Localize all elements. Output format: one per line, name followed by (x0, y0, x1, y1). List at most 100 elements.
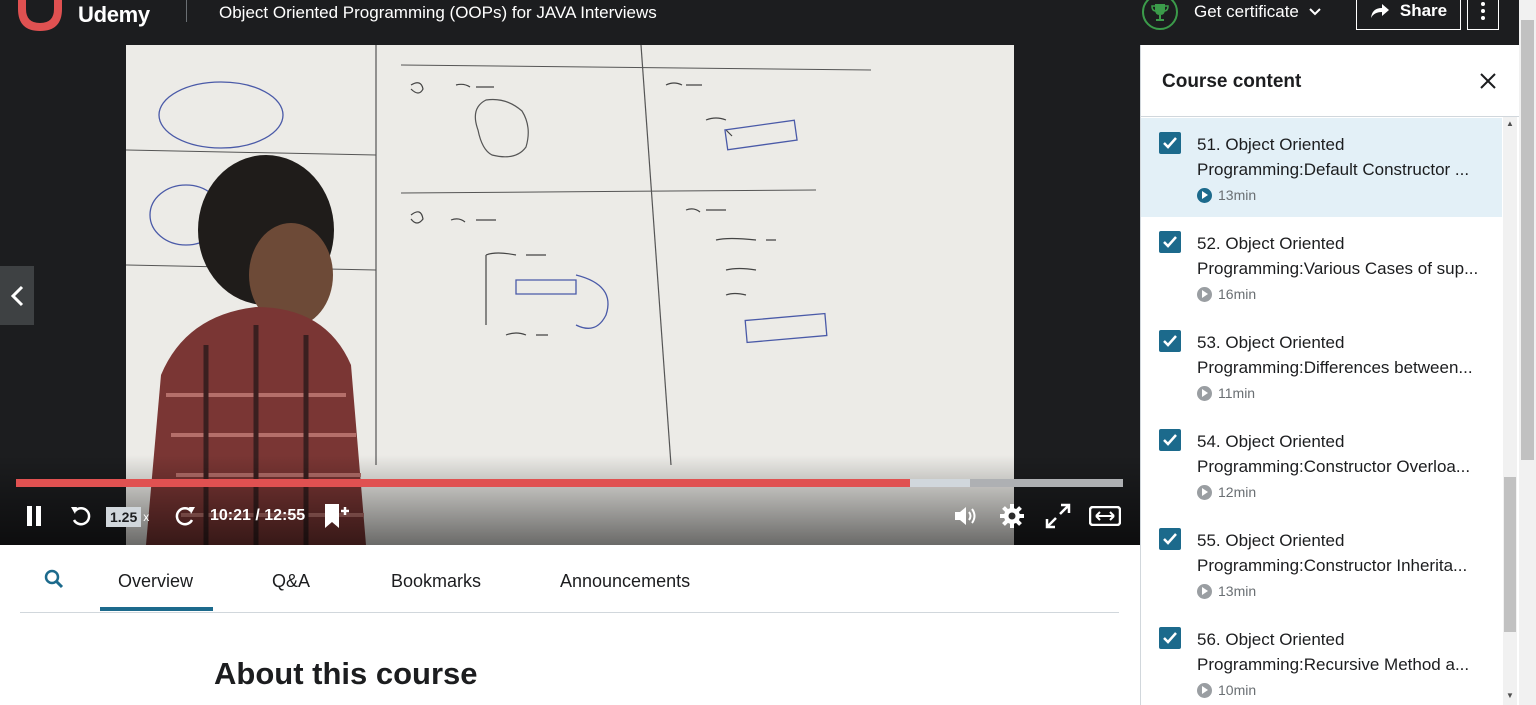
lesson-title-line: Programming:Constructor Inherita... (1197, 556, 1468, 575)
list-item[interactable]: 52. Object Oriented Programming:Various … (1141, 217, 1502, 316)
lesson-title-line: 53. Object Oriented (1197, 333, 1345, 352)
close-sidebar-button[interactable] (1479, 72, 1497, 95)
play-circle-icon (1197, 484, 1212, 500)
page-scroll-thumb[interactable] (1521, 20, 1534, 460)
kebab-menu-icon (1481, 2, 1485, 20)
checkbox-checked-icon (1163, 137, 1177, 149)
checkbox-checked-icon (1163, 434, 1177, 446)
share-button[interactable]: Share (1356, 0, 1461, 30)
get-certificate-button[interactable]: Get certificate (1142, 0, 1321, 34)
list-item[interactable]: 53. Object Oriented Programming:Differen… (1141, 316, 1502, 415)
fullscreen-button[interactable] (1045, 503, 1071, 529)
lesson-duration: 12min (1218, 484, 1257, 500)
sidebar-header: Course content (1141, 45, 1521, 117)
lesson-duration: 13min (1218, 583, 1257, 599)
list-item[interactable]: 55. Object Oriented Programming:Construc… (1141, 514, 1502, 613)
lesson-checkbox[interactable] (1159, 528, 1181, 550)
pause-icon (27, 506, 41, 526)
tab-announcements[interactable]: Announcements (560, 571, 690, 592)
lesson-checkbox[interactable] (1159, 231, 1181, 253)
list-item[interactable]: 54. Object Oriented Programming:Construc… (1141, 415, 1502, 514)
speed-value: 1.25 (106, 507, 142, 527)
close-icon (1480, 73, 1496, 89)
lesson-title-line: Programming:Recursive Method a... (1197, 655, 1470, 674)
tab-overview[interactable]: Overview (118, 571, 193, 592)
progress-played (16, 479, 911, 487)
tab-bookmarks[interactable]: Bookmarks (391, 571, 481, 592)
play-circle-icon (1197, 385, 1212, 401)
share-arrow-icon (1370, 4, 1389, 18)
lesson-title-line: Programming:Default Constructor ... (1197, 160, 1470, 179)
list-item[interactable]: 51. Object Oriented Programming:Default … (1141, 118, 1502, 217)
lesson-list: 51. Object Oriented Programming:Default … (1141, 118, 1502, 705)
more-options-button[interactable] (1467, 0, 1499, 30)
lesson-duration: 11min (1218, 385, 1256, 401)
pause-button[interactable] (24, 503, 44, 529)
sidebar-scroll-thumb[interactable] (1504, 477, 1516, 632)
udemy-logo[interactable]: Udemy (14, 0, 150, 37)
checkbox-checked-icon (1163, 632, 1177, 644)
checkbox-checked-icon (1163, 533, 1177, 545)
lesson-title-line: Programming:Differences between... (1197, 358, 1473, 377)
settings-button[interactable] (999, 503, 1025, 529)
progress-bar[interactable] (16, 479, 1123, 487)
lesson-title-line: 56. Object Oriented (1197, 630, 1345, 649)
play-circle-icon (1197, 583, 1212, 599)
forward-button[interactable] (172, 503, 198, 529)
lesson-duration: 10min (1218, 682, 1257, 698)
speed-suffix: x (143, 510, 150, 524)
lesson-checkbox[interactable] (1159, 330, 1181, 352)
tab-qa[interactable]: Q&A (272, 571, 310, 592)
timecode: 10:21 / 12:55 (210, 507, 306, 524)
lesson-duration: 13min (1218, 187, 1257, 203)
volume-icon (955, 507, 976, 525)
gear-icon (1000, 504, 1024, 528)
lesson-title: 52. Object Oriented Programming:Various … (1197, 231, 1493, 281)
lesson-checkbox[interactable] (1159, 429, 1181, 451)
lesson-title-line: 54. Object Oriented (1197, 432, 1345, 451)
rewind-button[interactable] (68, 503, 94, 529)
add-bookmark-button[interactable] (322, 503, 350, 529)
scroll-up-icon[interactable]: ▲ (1503, 119, 1517, 131)
search-tab[interactable] (44, 569, 64, 594)
lesson-checkbox[interactable] (1159, 627, 1181, 649)
volume-button[interactable] (953, 503, 979, 529)
rewind-5-icon (71, 506, 91, 526)
previous-lecture-button[interactable] (0, 266, 34, 325)
top-bar: Udemy Object Oriented Programming (OOPs)… (0, 0, 1536, 45)
checkbox-checked-icon (1163, 335, 1177, 347)
lesson-title: 54. Object Oriented Programming:Construc… (1197, 429, 1493, 479)
lesson-title: 53. Object Oriented Programming:Differen… (1197, 330, 1493, 380)
play-circle-icon (1197, 187, 1212, 203)
lesson-title-line: 55. Object Oriented (1197, 531, 1345, 550)
sidebar-scrollbar[interactable]: ▲ ▼ (1503, 117, 1517, 705)
sidebar-title: Course content (1162, 71, 1302, 92)
video-player[interactable]: 1.25 x 10:21 / 12:55 (0, 45, 1140, 545)
checkbox-checked-icon (1163, 236, 1177, 248)
theater-mode-button[interactable] (1088, 503, 1122, 529)
share-label: Share (1399, 1, 1448, 20)
lesson-checkbox[interactable] (1159, 132, 1181, 154)
course-title[interactable]: Object Oriented Programming (OOPs) for J… (219, 3, 657, 23)
logo-text: Udemy (78, 1, 150, 27)
scroll-down-icon[interactable]: ▼ (1503, 691, 1517, 703)
lesson-duration: 16min (1218, 286, 1257, 302)
udemy-logo-icon (18, 0, 62, 31)
controls-overlay (0, 455, 1140, 545)
course-content-sidebar: Course content 51. Object Oriented Progr… (1140, 45, 1536, 705)
lesson-meta: 13min (1197, 187, 1256, 203)
forward-5-icon (175, 506, 195, 526)
expand-icon (1045, 503, 1071, 529)
lesson-meta: 16min (1197, 286, 1256, 302)
list-item[interactable]: 56. Object Oriented Programming:Recursiv… (1141, 613, 1502, 705)
lesson-title-line: 51. Object Oriented (1197, 135, 1345, 154)
playback-speed-button[interactable]: 1.25 x (106, 506, 158, 528)
lesson-meta: 10min (1197, 682, 1256, 698)
section-heading: About this course (214, 656, 478, 691)
chevron-left-icon (10, 285, 24, 306)
page-scrollbar[interactable] (1519, 0, 1536, 705)
header-divider (186, 0, 187, 22)
lesson-title-line: Programming:Constructor Overloa... (1197, 457, 1471, 476)
search-icon (44, 569, 64, 589)
certificate-label: Get certificate (1194, 2, 1299, 21)
